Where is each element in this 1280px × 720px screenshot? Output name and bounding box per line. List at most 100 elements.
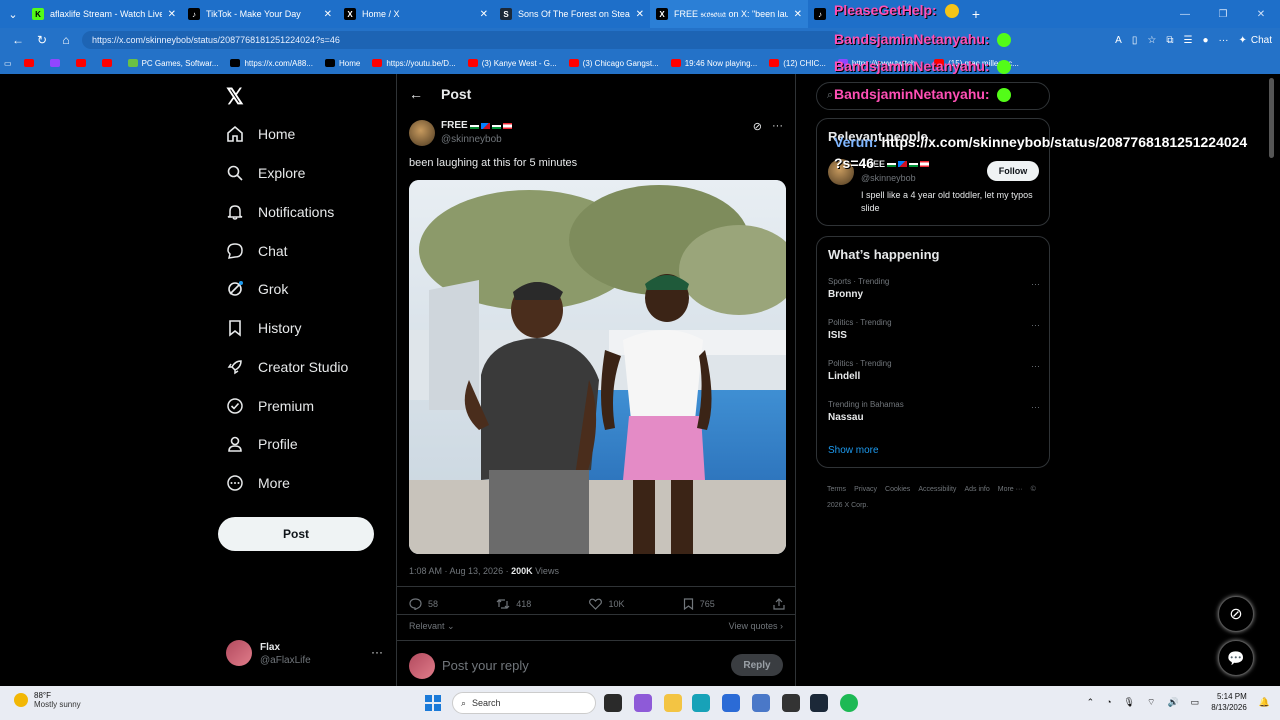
close-icon[interactable]: ✕ — [480, 9, 488, 20]
post-button[interactable]: Post — [218, 517, 374, 551]
more-icon[interactable]: ··· — [1218, 35, 1228, 46]
footer-link[interactable]: Ads info — [964, 486, 989, 493]
home-icon[interactable]: ⌂ — [54, 33, 78, 47]
bookmark-item[interactable]: PC Games, Softwar... — [127, 59, 218, 68]
reply-button[interactable]: 58 — [409, 598, 438, 610]
nav-item-history[interactable]: History — [226, 316, 302, 340]
refresh-icon[interactable]: ↻ — [30, 33, 54, 47]
author-name[interactable]: FREE — [441, 120, 512, 131]
trend-item[interactable]: Sports · Trending Bronny ··· — [828, 277, 1040, 300]
back-arrow-icon[interactable]: ← — [409, 86, 423, 102]
close-window-icon[interactable]: ✕ — [1242, 9, 1280, 20]
footer-link[interactable]: Terms — [827, 486, 846, 493]
grok-icon[interactable]: ⊘ — [753, 120, 762, 133]
nav-item-premium[interactable]: Premium — [226, 394, 314, 418]
more-icon[interactable]: ··· — [772, 120, 783, 133]
spotify-icon[interactable] — [840, 694, 858, 712]
app-icon[interactable] — [782, 694, 800, 712]
reading-list-icon[interactable]: ▭ — [4, 59, 12, 68]
widgets-icon[interactable] — [634, 694, 652, 712]
bookmark-item[interactable] — [75, 59, 90, 67]
trend-item[interactable]: Politics · Trending Lindell ··· — [828, 359, 1040, 382]
bookmark-item[interactable]: 19:46 Now playing... — [670, 59, 757, 68]
messages-fab-button[interactable]: 💬 — [1218, 640, 1254, 676]
more-icon[interactable]: ··· — [1031, 402, 1040, 412]
author-handle[interactable]: @skinneybob — [441, 134, 502, 145]
taskbar-search-input[interactable]: ⌕ Search — [452, 692, 596, 714]
minimize-icon[interactable]: — — [1166, 9, 1204, 20]
nav-item-more[interactable]: More — [226, 471, 290, 495]
nav-item-explore[interactable]: Explore — [226, 161, 305, 185]
post-image[interactable] — [409, 180, 786, 554]
bookmark-item[interactable]: (3) Kanye West - G... — [467, 59, 557, 68]
steam-icon[interactable] — [810, 694, 828, 712]
favorite-star-icon[interactable]: ☆ — [1147, 35, 1156, 46]
relevant-person-handle[interactable]: @skinneybob — [861, 173, 916, 183]
share-button[interactable] — [773, 598, 785, 610]
close-icon[interactable]: ✕ — [324, 9, 332, 20]
nav-item-profile[interactable]: Profile — [226, 432, 298, 456]
nav-item-notifications[interactable]: Notifications — [226, 200, 334, 224]
volume-icon[interactable]: 🔊 — [1167, 697, 1178, 708]
app-icon[interactable] — [752, 694, 770, 712]
close-icon[interactable]: ✕ — [636, 9, 644, 20]
x-logo-icon[interactable]: 𝕏 — [226, 84, 244, 110]
network-icon[interactable]: ◔ — [1106, 697, 1111, 707]
more-icon[interactable]: ··· — [1031, 279, 1040, 289]
clock[interactable]: 5:14 PM 8/13/2026 — [1211, 691, 1247, 713]
bookmark-item[interactable] — [23, 59, 38, 67]
browser-tab-1[interactable]: K aflaxlife Stream - Watch Live on Ki ✕ — [26, 0, 182, 28]
account-switcher[interactable]: Flax @aFlaxLife ··· — [226, 640, 386, 670]
view-quotes-link[interactable]: View quotes › — [729, 621, 783, 631]
reply-submit-button[interactable]: Reply — [731, 654, 783, 676]
bookmark-item[interactable]: Home — [324, 59, 360, 68]
close-icon[interactable]: ✕ — [794, 9, 802, 20]
bookmark-item[interactable]: (12) CHIC... — [769, 59, 826, 68]
edge-icon[interactable] — [692, 694, 710, 712]
footer-link[interactable]: Accessibility — [918, 486, 956, 493]
tab-actions-button[interactable]: ⌄ — [0, 0, 26, 28]
timestamp-text[interactable]: 1:08 AM · Aug 13, 2026 · — [409, 566, 511, 576]
more-icon[interactable]: ··· — [1031, 320, 1040, 330]
profile-avatar-icon[interactable]: ● — [1202, 35, 1208, 46]
nav-item-chat[interactable]: Chat — [226, 239, 288, 263]
scrollbar[interactable] — [1269, 78, 1274, 158]
footer-link[interactable]: Privacy — [854, 486, 877, 493]
browser-tab-5[interactable]: X FREE 𝔰𝔠𝔬𝔰𝔬𝔲𝔞 on X: "been laughing ✕ — [650, 0, 808, 28]
weather-widget[interactable]: 88°F Mostly sunny — [14, 691, 81, 709]
more-icon[interactable]: ··· — [1031, 361, 1040, 371]
chevron-up-icon[interactable]: ⌃ — [1087, 697, 1095, 708]
bookmark-item[interactable] — [101, 59, 116, 67]
close-icon[interactable]: ✕ — [168, 9, 176, 20]
nav-item-home[interactable]: Home — [226, 122, 295, 146]
microphone-icon[interactable]: 🎙 — [1124, 697, 1135, 708]
browser-tab-2[interactable]: ♪ TikTok - Make Your Day ✕ — [182, 0, 338, 28]
repost-button[interactable]: 418 — [496, 598, 531, 610]
trend-item[interactable]: Trending in Bahamas Nassau ··· — [828, 400, 1040, 423]
follow-button[interactable]: Follow — [987, 161, 1039, 181]
back-icon[interactable]: ← — [6, 33, 30, 47]
footer-link[interactable]: More ··· — [998, 486, 1023, 493]
trend-item[interactable]: Politics · Trending ISIS ··· — [828, 318, 1040, 341]
bookmark-item[interactable] — [49, 59, 64, 67]
nav-item-grok[interactable]: Grok — [226, 277, 288, 301]
grok-fab-button[interactable]: ⊘ — [1218, 596, 1254, 632]
wifi-icon[interactable]: ⌔ — [1147, 697, 1155, 708]
reply-input[interactable]: Post your reply — [442, 658, 529, 673]
browser-tab-4[interactable]: S Sons Of The Forest on Steam ✕ — [494, 0, 650, 28]
extensions-icon[interactable]: ⧉ — [1166, 35, 1173, 46]
like-button[interactable]: 10K — [589, 598, 625, 610]
nav-item-creator-studio[interactable]: Creator Studio — [226, 355, 348, 379]
url-input[interactable]: https://x.com/skinneybob/status/20877681… — [82, 31, 842, 49]
read-aloud-icon[interactable]: A — [1115, 35, 1122, 46]
author-avatar[interactable] — [409, 120, 435, 146]
task-view-icon[interactable] — [604, 694, 622, 712]
bookmark-button[interactable]: 765 — [683, 598, 715, 610]
split-screen-icon[interactable]: ▯ — [1132, 35, 1138, 46]
store-icon[interactable] — [722, 694, 740, 712]
more-icon[interactable]: ··· — [371, 645, 383, 659]
bookmark-item[interactable]: https://youtu.be/D... — [372, 59, 456, 68]
footer-link[interactable]: Cookies — [885, 486, 910, 493]
file-explorer-icon[interactable] — [664, 694, 682, 712]
collections-icon[interactable]: ☰ — [1183, 35, 1192, 46]
